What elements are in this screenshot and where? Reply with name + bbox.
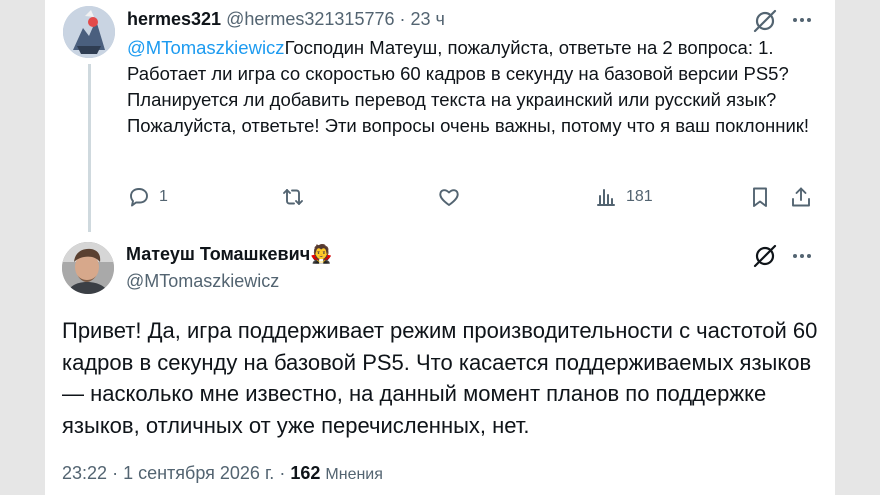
reply-icon [130,188,148,207]
main-author-name-row: Матеуш Томашкевич🧛 [126,244,333,265]
like-button[interactable] [437,183,461,211]
reply-tweet-header: hermes321 @hermes321315776 · 23 ч [127,9,445,30]
name-emoji: 🧛 [310,244,333,264]
reply-button[interactable]: 1 [127,183,168,211]
reply-tweet-text: @MTomaszkiewiczГосподин Матеуш, пожалуйс… [127,35,817,139]
tweet-date[interactable]: 1 сентября 2026 г. [123,463,274,483]
meta-separator-2: · [279,463,286,483]
grok-icon[interactable] [752,243,778,269]
header-separator: · [399,9,406,29]
main-tweet-text: Привет! Да, игра поддерживает режим прои… [62,318,818,438]
more-icon[interactable] [790,244,814,268]
share-button[interactable] [789,183,813,211]
thread-line [88,64,91,232]
main-author-avatar[interactable] [62,242,114,294]
reply-author-handle[interactable]: @hermes321315776 [226,9,394,29]
main-author-name[interactable]: Матеуш Томашкевич [126,244,310,264]
bookmark-button[interactable] [748,183,772,211]
tweet-time[interactable]: 23:22 [62,463,107,483]
mention-link[interactable]: @MTomaszkiewicz [127,37,285,58]
share-icon [792,187,810,207]
more-icon[interactable] [790,8,814,32]
view-count: 181 [626,188,653,205]
reply-author-avatar[interactable] [63,6,115,58]
bookmark-icon [753,187,767,207]
reply-author-name[interactable]: hermes321 [127,9,221,29]
retweet-button[interactable] [281,183,305,211]
meta-separator: · [112,463,119,483]
main-author-handle[interactable]: @MTomaszkiewicz [126,271,279,292]
views-button[interactable]: 181 [594,183,653,211]
views-count: 162 [290,463,321,483]
views-icon [597,189,615,206]
reply-count: 1 [159,188,168,205]
retweet-icon [283,189,303,205]
reply-action-bar: 1 181 [127,183,817,211]
grok-icon[interactable] [752,8,778,34]
tweet-meta: 23:22 · 1 сентября 2026 г. · 162 Мнения [62,463,383,484]
views-label: Мнения [325,466,383,483]
like-icon [439,189,459,206]
reply-time[interactable]: 23 ч [411,9,445,29]
